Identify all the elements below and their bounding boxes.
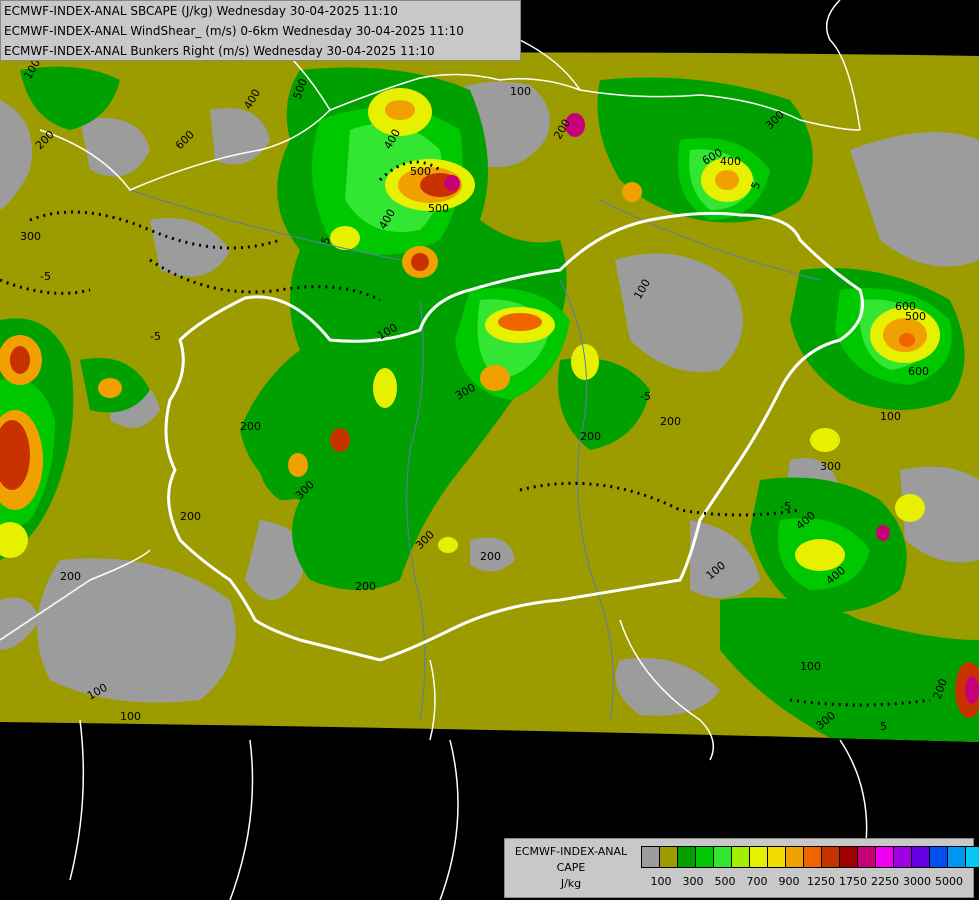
legend-tick-label: 100 bbox=[650, 875, 672, 888]
legend-swatch bbox=[767, 846, 786, 868]
contour-label: 200 bbox=[60, 570, 81, 583]
legend-swatch bbox=[821, 846, 840, 868]
legend-unit: J/kg bbox=[560, 877, 582, 890]
title-line-1: ECMWF-INDEX-ANAL SBCAPE (J/kg) Wednesday… bbox=[4, 4, 398, 18]
legend-swatch bbox=[677, 846, 696, 868]
legend-tick-label: 700 bbox=[746, 875, 768, 888]
legend-swatch bbox=[749, 846, 768, 868]
legend-tick-label: 1750 bbox=[839, 875, 867, 888]
contour-label: 200 bbox=[360, 730, 381, 743]
cape-map: 100200300400 500600100200 3004005006002003… bbox=[0, 0, 979, 900]
legend-tick-label: 900 bbox=[778, 875, 800, 888]
contour-label: 200 bbox=[180, 510, 201, 523]
contour-label: 300 bbox=[20, 230, 41, 243]
legend-swatch bbox=[659, 846, 678, 868]
contour-label: 600 bbox=[908, 365, 929, 378]
contour-label: 500 bbox=[428, 202, 449, 215]
contour-label: 300 bbox=[820, 460, 841, 473]
contour-label: 200 bbox=[240, 420, 261, 433]
legend-swatch bbox=[947, 846, 966, 868]
legend-swatch bbox=[695, 846, 714, 868]
title-box: ECMWF-INDEX-ANAL SBCAPE (J/kg) Wednesday… bbox=[0, 0, 521, 61]
legend-tick-label: 1250 bbox=[807, 875, 835, 888]
legend-swatch bbox=[965, 846, 979, 868]
legend-swatches bbox=[641, 846, 979, 868]
contour-label: -5 bbox=[150, 330, 161, 343]
legend-variable: CAPE bbox=[556, 861, 586, 874]
legend-swatch bbox=[929, 846, 948, 868]
contour-label: 100 bbox=[120, 710, 141, 723]
title-line-3: ECMWF-INDEX-ANAL Bunkers Right (m/s) Wed… bbox=[4, 44, 435, 58]
legend-swatch bbox=[857, 846, 876, 868]
legend-swatch bbox=[731, 846, 750, 868]
title-line-2: ECMWF-INDEX-ANAL WindShear_ (m/s) 0-6km … bbox=[4, 24, 464, 38]
colorbar-legend: ECMWF-INDEX-ANAL CAPE J/kg 100 300 500 700 9… bbox=[504, 838, 979, 898]
contour-label: -5 bbox=[40, 270, 51, 283]
legend-tick-label: 300 bbox=[682, 875, 704, 888]
legend-tick-label: 5000 bbox=[935, 875, 963, 888]
contour-label: 200 bbox=[580, 430, 601, 443]
legend-title: ECMWF-INDEX-ANAL bbox=[514, 845, 628, 858]
legend-tick-label: 500 bbox=[714, 875, 736, 888]
contour-label: 200 bbox=[480, 550, 501, 563]
contour-label: 100 bbox=[880, 410, 901, 423]
legend-swatch bbox=[713, 846, 732, 868]
contour-label: 200 bbox=[660, 415, 681, 428]
legend-swatch bbox=[875, 846, 894, 868]
legend-ticks: 100 300 500 700 900 1250 1750 2250 3000 5000 bbox=[641, 875, 971, 889]
contour-label: 500 bbox=[410, 165, 431, 178]
legend-swatch bbox=[641, 846, 660, 868]
contour-label: 100 bbox=[800, 660, 821, 673]
contour-label: -5 bbox=[640, 390, 651, 403]
contour-label: 100 bbox=[510, 85, 531, 98]
contour-label: -5 bbox=[780, 500, 791, 513]
contour-label: 200 bbox=[355, 580, 376, 593]
legend-tick-label: 3000 bbox=[903, 875, 931, 888]
contour-label: 5 bbox=[880, 720, 887, 733]
legend-tick-label: 2250 bbox=[871, 875, 899, 888]
legend-swatch bbox=[803, 846, 822, 868]
legend-swatch bbox=[911, 846, 930, 868]
legend-swatch bbox=[785, 846, 804, 868]
contour-label: 600 bbox=[895, 300, 916, 313]
legend-swatch bbox=[893, 846, 912, 868]
legend-swatch bbox=[839, 846, 858, 868]
